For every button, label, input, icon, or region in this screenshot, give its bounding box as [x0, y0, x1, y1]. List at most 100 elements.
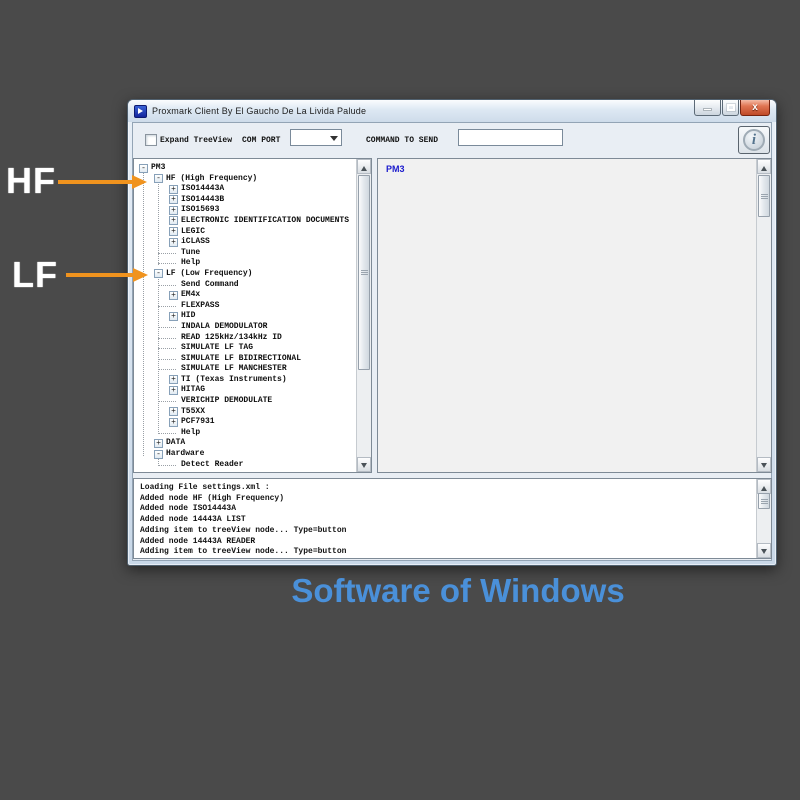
- output-scrollbar[interactable]: [756, 159, 771, 472]
- expand-icon[interactable]: +: [169, 311, 178, 321]
- tree-node-pcf7931[interactable]: + PCF7931: [135, 417, 355, 428]
- tree-node-send-command[interactable]: Send Command: [135, 280, 355, 291]
- lf-arrow: [66, 273, 134, 277]
- tree-node-label: Tune: [181, 247, 201, 257]
- tree-node-electronic-identification-documents[interactable]: + ELECTRONIC IDENTIFICATION DOCUMENTS: [135, 216, 355, 227]
- tree-node-legic[interactable]: + LEGIC: [135, 227, 355, 238]
- tree-node-detect-reader[interactable]: Detect Reader: [135, 460, 355, 471]
- maximize-icon: [725, 103, 736, 112]
- log-scrollbar-thumb[interactable]: [758, 493, 770, 509]
- expand-icon[interactable]: +: [169, 407, 178, 417]
- log-scrollbar[interactable]: [756, 479, 771, 558]
- tree-scrollbar[interactable]: [356, 159, 371, 472]
- tree-connector: [158, 252, 176, 254]
- maximize-button[interactable]: [722, 100, 739, 116]
- proxmark-app-icon: [134, 104, 147, 118]
- tree-connector: [158, 263, 176, 265]
- tree-node-lf-low-frequency[interactable]: - LF (Low Frequency): [135, 269, 355, 280]
- tree-node-ti-texas-instruments[interactable]: + TI (Texas Instruments): [135, 375, 355, 386]
- command-input[interactable]: [458, 129, 563, 146]
- collapse-icon[interactable]: -: [154, 174, 163, 184]
- expand-icon[interactable]: +: [169, 216, 178, 226]
- output-panel-title: PM3: [386, 164, 405, 174]
- scroll-down-icon[interactable]: [757, 457, 771, 472]
- tree-node-iso14443b[interactable]: + ISO14443B: [135, 195, 355, 206]
- close-icon: x: [752, 101, 758, 113]
- close-button[interactable]: x: [740, 100, 770, 116]
- tree-scrollbar-thumb[interactable]: [358, 175, 370, 370]
- minimize-button[interactable]: [694, 100, 721, 116]
- tree-node-hitag[interactable]: + HITAG: [135, 385, 355, 396]
- tree-node-verichip-demodulate[interactable]: VERICHIP DEMODULATE: [135, 396, 355, 407]
- window-title: Proxmark Client By El Gaucho De La Livid…: [152, 106, 367, 116]
- titlebar[interactable]: Proxmark Client By El Gaucho De La Livid…: [128, 100, 776, 122]
- tree-node-simulate-lf-manchester[interactable]: SIMULATE LF MANCHESTER: [135, 364, 355, 375]
- tree-rows: - PM3- HF (High Frequency) + ISO14443A + ISO14…: [135, 160, 355, 471]
- log-line: Added node 14443A LIST: [140, 515, 246, 525]
- output-panel: PM3: [377, 158, 772, 473]
- tree-view: - PM3- HF (High Frequency) + ISO14443A + ISO14…: [133, 158, 372, 473]
- tree-node-label: T55XX: [181, 406, 206, 416]
- tree-node-label: Detect Reader: [181, 459, 244, 469]
- tree-node-hardware[interactable]: - Hardware: [135, 449, 355, 460]
- expand-icon[interactable]: +: [169, 290, 178, 300]
- tree-node-label: ISO14443A: [181, 184, 225, 194]
- scroll-up-icon[interactable]: [757, 159, 771, 174]
- expand-icon[interactable]: +: [169, 417, 178, 427]
- tree-node-label: PCF7931: [181, 417, 215, 427]
- tree-node-label: SIMULATE LF TAG: [181, 343, 254, 353]
- tree-node-label: EM4x: [181, 290, 201, 300]
- tree-node-help[interactable]: Help: [135, 428, 355, 439]
- tree-node-label: SIMULATE LF MANCHESTER: [181, 364, 287, 374]
- collapse-icon[interactable]: -: [154, 449, 163, 459]
- tree-node-indala-demodulator[interactable]: INDALA DEMODULATOR: [135, 322, 355, 333]
- chevron-down-icon: [330, 136, 338, 145]
- tree-node-read-125khz-134khz-id[interactable]: READ 125kHz/134kHz ID: [135, 333, 355, 344]
- scroll-down-icon[interactable]: [757, 543, 771, 558]
- expand-icon[interactable]: +: [154, 438, 163, 448]
- collapse-icon[interactable]: -: [139, 163, 148, 173]
- expand-icon[interactable]: +: [169, 195, 178, 205]
- scroll-down-icon[interactable]: [357, 457, 371, 472]
- tree-node-iso15693[interactable]: + ISO15693: [135, 205, 355, 216]
- log-line: Loading File settings.xml :: [140, 483, 270, 492]
- command-to-send-label: COMMAND TO SEND: [366, 136, 439, 145]
- info-button[interactable]: i: [738, 126, 770, 154]
- tree-node-flexpass[interactable]: FLEXPASS: [135, 301, 355, 312]
- tree-node-simulate-lf-tag[interactable]: SIMULATE LF TAG: [135, 343, 355, 354]
- expand-icon[interactable]: +: [169, 385, 178, 395]
- tree-connector: [158, 348, 176, 350]
- tree-node-help[interactable]: Help: [135, 258, 355, 269]
- tree-node-simulate-lf-bidirectional[interactable]: SIMULATE LF BIDIRECTIONAL: [135, 354, 355, 365]
- expand-icon[interactable]: +: [169, 205, 178, 215]
- tree-node-pm3[interactable]: - PM3: [135, 163, 355, 174]
- collapse-icon[interactable]: -: [154, 269, 163, 279]
- tree-node-t55xx[interactable]: + T55XX: [135, 407, 355, 418]
- tree-node-label: TI (Texas Instruments): [181, 374, 287, 384]
- tree-node-data[interactable]: + DATA: [135, 438, 355, 449]
- scroll-up-icon[interactable]: [357, 159, 371, 174]
- expand-icon[interactable]: +: [169, 237, 178, 247]
- log-line: Adding item to treeView node... Type=but…: [140, 525, 347, 535]
- info-icon: i: [743, 129, 765, 151]
- tree-node-tune[interactable]: Tune: [135, 248, 355, 259]
- log-line: Added node ISO14443A: [140, 504, 237, 514]
- log-line: Added node 14443A READER: [140, 536, 256, 546]
- expand-icon[interactable]: +: [169, 227, 178, 237]
- tree-node-iso14443a[interactable]: + ISO14443A: [135, 184, 355, 195]
- scroll-up-icon[interactable]: [757, 479, 771, 494]
- tree-connector: [158, 369, 176, 371]
- output-scrollbar-thumb[interactable]: [758, 175, 770, 217]
- expand-icon[interactable]: +: [169, 184, 178, 194]
- tree-node-label: LEGIC: [181, 226, 206, 236]
- tree-node-hf-high-frequency[interactable]: - HF (High Frequency): [135, 174, 355, 185]
- tree-node-label: DATA: [166, 438, 186, 448]
- tree-node-hid[interactable]: + HID: [135, 311, 355, 322]
- expand-treeview-checkbox[interactable]: [145, 134, 157, 146]
- tree-node-label: LF (Low Frequency): [166, 268, 253, 278]
- tree-connector: [158, 305, 176, 307]
- expand-icon[interactable]: +: [169, 375, 178, 385]
- tree-node-em4x[interactable]: + EM4x: [135, 290, 355, 301]
- tree-node-iclass[interactable]: + iCLASS: [135, 237, 355, 248]
- com-port-select[interactable]: [290, 129, 342, 146]
